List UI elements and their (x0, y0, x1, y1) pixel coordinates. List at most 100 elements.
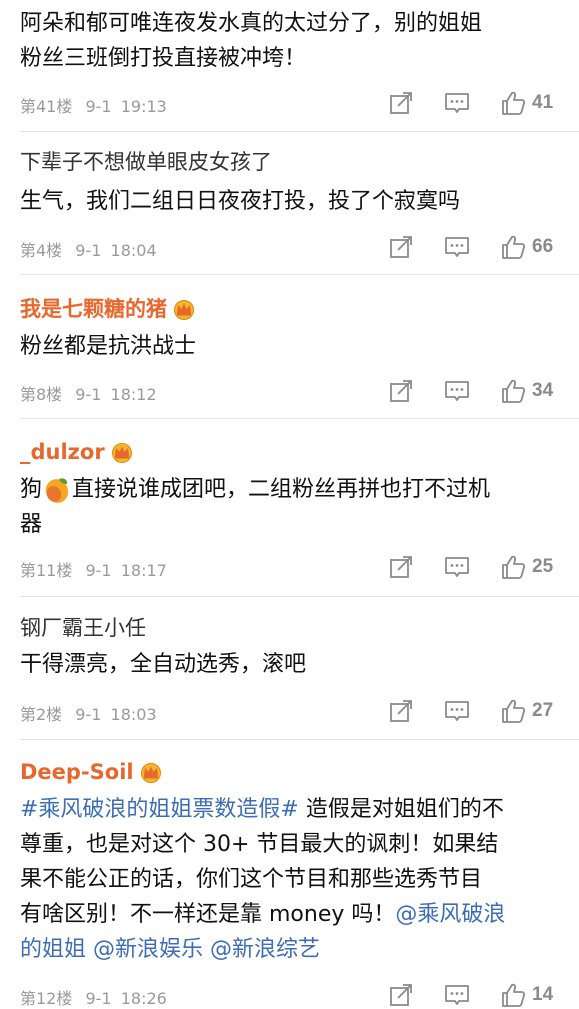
mention-link[interactable]: @新浪综艺 (210, 937, 320, 962)
hashtag-link[interactable]: #乘风破浪的姐姐票数造假# (20, 797, 299, 822)
comment-item: 下辈子不想做单眼皮女孩了 生气，我们二组日日夜夜打投，投了个寂寞吗 第4楼 9-… (0, 132, 579, 275)
like-button[interactable]: 66 (500, 234, 553, 260)
like-button[interactable]: 34 (500, 378, 553, 404)
comment-item: Deep-Soil #乘风破浪的姐姐票数造假# 造假是对姐姐们的不 尊重，也是对… (0, 740, 579, 1008)
like-count: 34 (532, 380, 554, 401)
share-edit-icon[interactable] (388, 378, 414, 404)
floor-number: 第4楼 (20, 241, 63, 260)
comment-actions: 41 (388, 90, 553, 116)
comment-text: 粉丝都是抗洪战士 (20, 329, 560, 364)
comment-time: 18:26 (120, 989, 167, 1008)
like-count: 27 (532, 700, 554, 721)
comment-item: 阿朵和郁可唯连夜发水真的太过分了，别的姐姐 粉丝三班倒打投直接被冲垮！ 第41楼… (0, 0, 579, 132)
username[interactable]: 我是七颗糖的猪 (20, 295, 197, 323)
comment-text: #乘风破浪的姐姐票数造假# 造假是对姐姐们的不 尊重，也是对这个 30+ 节目最… (20, 792, 560, 967)
comment-meta: 第8楼 9-1 18:12 (20, 381, 157, 405)
comment-actions: 34 (388, 378, 553, 404)
like-button[interactable]: 27 (500, 698, 553, 724)
comment-text-line: 的姐姐 @新浪娱乐 @新浪综艺 (20, 932, 560, 967)
comment-text-line: 粉丝三班倒打投直接被冲垮！ (20, 46, 307, 71)
comment-text-line: 尊重，也是对这个 30+ 节目最大的讽刺！如果结 (20, 832, 499, 857)
comment-item: 钢厂霸王小任 干得漂亮，全自动选秀，滚吧 第2楼 9-1 18:03 27 (0, 597, 579, 740)
thumbs-up-icon (500, 698, 526, 724)
comment-text-line: 狗直接说谁成团吧，二组粉丝再拼也打不过机 (20, 472, 560, 507)
comment-icon[interactable] (444, 378, 470, 404)
comment-date: 9-1 (75, 385, 102, 404)
username[interactable]: Deep-Soil (20, 758, 164, 786)
comment-time: 19:13 (120, 97, 167, 116)
comment-item: _dulzor 狗直接说谁成团吧，二组粉丝再拼也打不过机 器 第11楼 9-1 … (0, 419, 579, 597)
mention-link[interactable]: @乘风破浪 (395, 902, 505, 927)
comment-date: 9-1 (85, 561, 112, 580)
like-button[interactable]: 25 (500, 554, 553, 580)
share-edit-icon[interactable] (388, 90, 414, 116)
comment-time: 18:17 (120, 561, 167, 580)
comment-time: 18:04 (110, 241, 157, 260)
like-button[interactable]: 14 (500, 982, 553, 1008)
username[interactable]: 下辈子不想做单眼皮女孩了 (20, 148, 272, 176)
comment-text: 狗直接说谁成团吧，二组粉丝再拼也打不过机 器 (20, 472, 560, 542)
comment-text-line: 干得漂亮，全自动选秀，滚吧 (20, 652, 307, 677)
floor-number: 第41楼 (20, 97, 73, 116)
comment-actions: 14 (388, 982, 553, 1008)
share-edit-icon[interactable] (388, 982, 414, 1008)
thumbs-up-icon (500, 554, 526, 580)
comment-actions: 27 (388, 698, 553, 724)
comment-date: 9-1 (75, 705, 102, 724)
comment-icon[interactable] (444, 554, 470, 580)
share-edit-icon[interactable] (388, 554, 414, 580)
like-count: 41 (532, 92, 554, 113)
comment-text-line: 生气，我们二组日日夜夜打投，投了个寂寞吗 (20, 189, 461, 214)
comment-actions: 25 (388, 554, 553, 580)
comment-meta: 第41楼 9-1 19:13 (20, 93, 167, 117)
comment-icon[interactable] (444, 234, 470, 260)
comment-actions: 66 (388, 234, 553, 260)
mention-link[interactable]: @新浪娱乐 (93, 937, 203, 962)
comment-text: 干得漂亮，全自动选秀，滚吧 (20, 647, 560, 682)
comment-text: 阿朵和郁可唯连夜发水真的太过分了，别的姐姐 粉丝三班倒打投直接被冲垮！ (20, 6, 560, 76)
comment-text-line: 有啥区别！不一样还是靠 money 吗！@乘风破浪 (20, 902, 506, 927)
floor-number: 第8楼 (20, 385, 63, 404)
thumbs-up-icon (500, 234, 526, 260)
comment-date: 9-1 (85, 97, 112, 116)
comment-date: 9-1 (85, 989, 112, 1008)
comment-text-line: 粉丝都是抗洪战士 (20, 334, 197, 359)
comment-meta: 第12楼 9-1 18:26 (20, 985, 167, 1009)
comment-icon[interactable] (444, 698, 470, 724)
vip-crown-icon (138, 761, 164, 783)
comment-time: 18:03 (110, 705, 157, 724)
username-text: 我是七颗糖的猪 (20, 297, 167, 321)
comment-date: 9-1 (75, 241, 102, 260)
like-count: 14 (532, 984, 554, 1005)
vip-crown-icon (171, 298, 197, 320)
comment-meta: 第2楼 9-1 18:03 (20, 701, 157, 725)
floor-number: 第2楼 (20, 705, 63, 724)
comment-list: 阿朵和郁可唯连夜发水真的太过分了，别的姐姐 粉丝三班倒打投直接被冲垮！ 第41楼… (0, 0, 579, 1008)
thumbs-up-icon (500, 90, 526, 116)
like-count: 25 (532, 556, 554, 577)
floor-number: 第11楼 (20, 561, 73, 580)
comment-time: 18:12 (110, 385, 157, 404)
thumbs-up-icon (500, 378, 526, 404)
comment-icon[interactable] (444, 90, 470, 116)
share-edit-icon[interactable] (388, 698, 414, 724)
mention-link[interactable]: 的姐姐 (20, 937, 86, 962)
comment-meta: 第11楼 9-1 18:17 (20, 557, 167, 581)
username-text: Deep-Soil (20, 760, 134, 784)
comment-text-line: #乘风破浪的姐姐票数造假# 造假是对姐姐们的不 (20, 797, 504, 822)
comment-text-line: 阿朵和郁可唯连夜发水真的太过分了，别的姐姐 (20, 11, 483, 36)
username[interactable]: 钢厂霸王小任 (20, 614, 146, 642)
floor-number: 第12楼 (20, 989, 73, 1008)
comment-text-line: 器 (20, 512, 43, 537)
share-edit-icon[interactable] (388, 234, 414, 260)
thumbs-up-icon (500, 982, 526, 1008)
like-button[interactable]: 41 (500, 90, 553, 116)
username-text: _dulzor (20, 440, 105, 464)
comment-icon[interactable] (444, 982, 470, 1008)
comment-meta: 第4楼 9-1 18:04 (20, 237, 157, 261)
comment-text: 生气，我们二组日日夜夜打投，投了个寂寞吗 (20, 184, 560, 219)
like-count: 66 (532, 236, 554, 257)
username[interactable]: _dulzor (20, 438, 135, 466)
vip-crown-icon (109, 441, 135, 463)
mango-emoji-icon (42, 475, 72, 505)
